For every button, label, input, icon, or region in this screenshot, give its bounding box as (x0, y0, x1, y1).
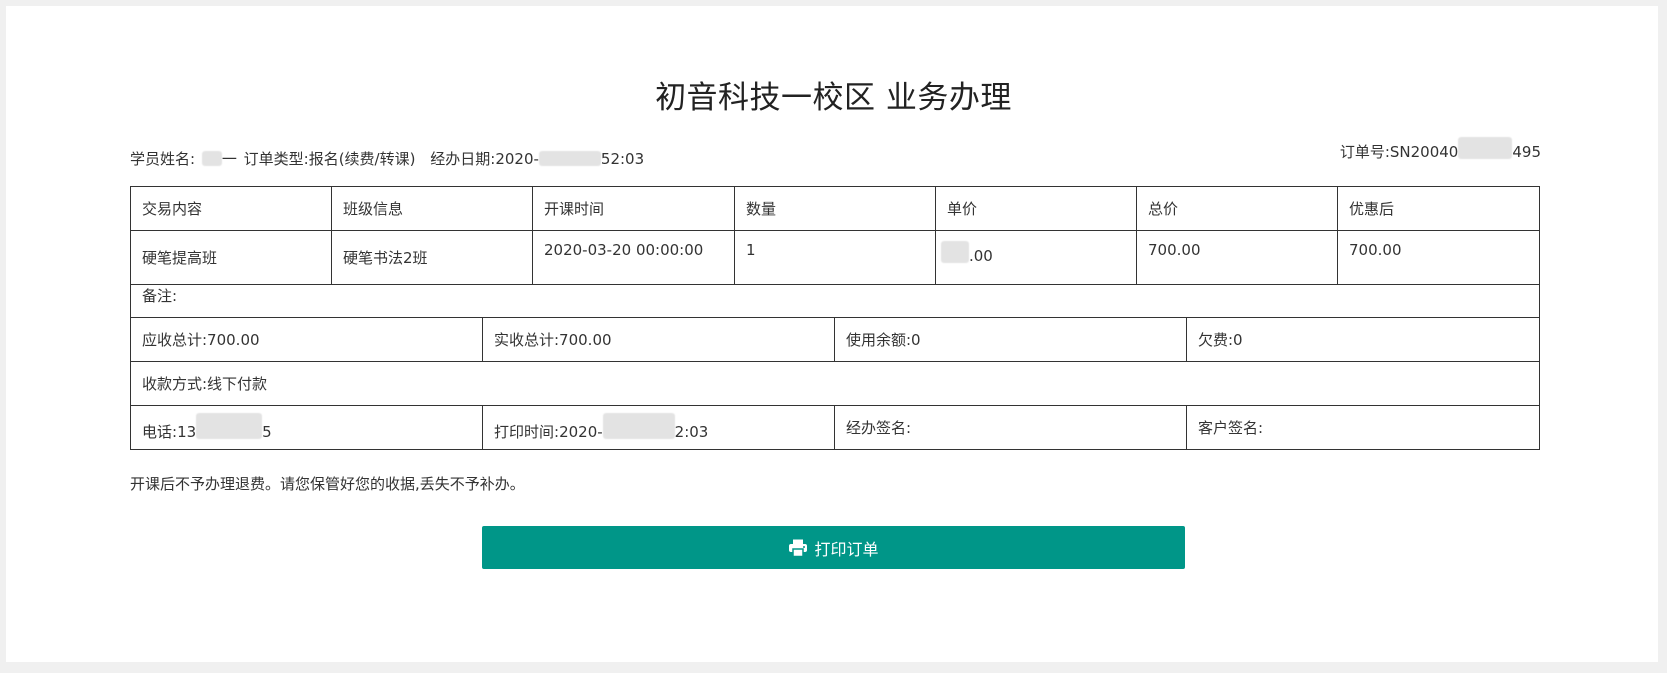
order-type: 订单类型:报名(续费/转课) (243, 150, 416, 168)
phone-prefix: 13 (177, 423, 197, 441)
receivable-total: 应收总计:700.00 (130, 317, 483, 362)
phone-cell: 电话:13 5 (130, 405, 483, 450)
handle-date-prefix: 2020- (495, 150, 539, 168)
header-cell: 班级信息 (331, 186, 533, 231)
order-number: 订单号:SN20040 495 (1340, 137, 1541, 162)
page-title: 初音科技一校区 业务办理 (655, 80, 1012, 116)
phone-label: 电话: (142, 423, 178, 441)
handler-signature: 经办签名: (834, 405, 1187, 450)
print-time-suffix: 2:03 (674, 423, 709, 441)
print-order-button[interactable]: 打印订单 (482, 526, 1185, 569)
student-name-suffix: 一 (221, 150, 237, 168)
remark-cell: 备注: (130, 274, 1540, 318)
table-header-row: 交易内容 班级信息 开课时间 数量 单价 总价 优惠后 (130, 186, 1540, 231)
redacted-student-name (201, 151, 222, 166)
print-time-cell: 打印时间:2020- 2:03 (482, 405, 835, 450)
payment-method: 收款方式:线下付款 (130, 361, 1540, 406)
remark-row: 备注: (130, 274, 1540, 318)
order-table: 交易内容 班级信息 开课时间 数量 单价 总价 优惠后 硬笔提高班 硬笔书法2班… (130, 186, 1540, 285)
order-meta: 学员姓名: 一 订单类型:报名(续费/转课) 经办日期:2020- 52:03 (130, 148, 644, 169)
handle-date-suffix: 52:03 (600, 150, 645, 168)
phone-suffix: 5 (262, 423, 272, 441)
order-number-suffix: 495 (1512, 143, 1541, 161)
received-total: 实收总计:700.00 (482, 317, 835, 362)
owed-amount: 欠费:0 (1186, 317, 1540, 362)
printer-icon (788, 539, 808, 557)
unit-price-suffix: .00 (969, 247, 993, 265)
payment-row: 收款方式:线下付款 (130, 361, 1540, 406)
header-cell: 交易内容 (130, 186, 332, 231)
signature-row: 电话:13 5 打印时间:2020- 2:03 经办签名: 客户签名: (130, 405, 1540, 450)
summary-table: 备注: 应收总计:700.00 实收总计:700.00 使用余额:0 欠费:0 … (130, 274, 1540, 450)
print-time-prefix: 2020- (559, 423, 603, 441)
print-time-label: 打印时间: (494, 423, 560, 441)
header-cell: 总价 (1136, 186, 1338, 231)
redacted-phone (196, 413, 263, 439)
header-cell: 优惠后 (1337, 186, 1540, 231)
redacted-order-number (1458, 137, 1513, 159)
header-cell: 开课时间 (532, 186, 735, 231)
print-order-label: 打印订单 (814, 539, 879, 559)
redacted-handle-date (538, 151, 601, 166)
redacted-print-time (602, 413, 675, 439)
student-name-label: 学员姓名: (130, 150, 196, 168)
order-number-prefix: SN20040 (1389, 143, 1459, 161)
refund-notice: 开课后不予办理退费。请您保管好您的收据,丢失不予补办。 (130, 475, 525, 493)
header-cell: 单价 (935, 186, 1137, 231)
totals-row: 应收总计:700.00 实收总计:700.00 使用余额:0 欠费:0 (130, 317, 1540, 362)
header-cell: 数量 (734, 186, 936, 231)
order-number-label: 订单号: (1339, 143, 1390, 161)
handle-date-label: 经办日期: (430, 150, 496, 168)
balance-used: 使用余额:0 (834, 317, 1187, 362)
customer-signature: 客户签名: (1186, 405, 1540, 450)
redacted-unit-price (941, 241, 969, 263)
